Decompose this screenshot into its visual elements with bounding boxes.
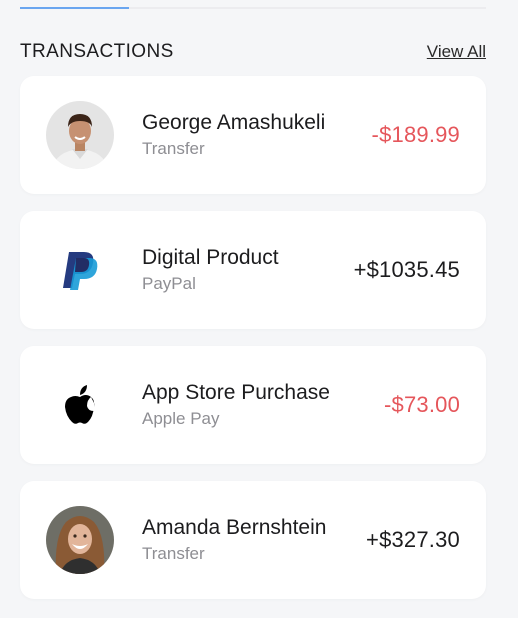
avatar [46,506,114,574]
transaction-subtitle: PayPal [142,274,196,293]
section-title: TRANSACTIONS [20,41,174,62]
transaction-text: George Amashukeli Transfer [142,110,325,160]
transaction-title: Digital Product [142,246,279,269]
transaction-title: George Amashukeli [142,111,326,134]
transaction-avatar [46,101,114,169]
transaction-card[interactable]: App Store Purchase Apple Pay -$73.00 [20,346,486,464]
transaction-text: Amanda Bernshtein Transfer [142,515,326,565]
transaction-amount: -$189.99 [371,122,460,147]
transaction-title: Amanda Bernshtein [142,516,327,539]
transaction-card[interactable]: Digital Product PayPal +$1035.45 [20,211,486,329]
paypal-icon [46,236,114,304]
apple-icon [46,371,114,439]
transaction-amount: -$73.00 [383,392,460,417]
transaction-subtitle: Transfer [142,544,205,563]
transaction-avatar [46,506,114,574]
transaction-text: App Store Purchase Apple Pay [142,380,330,430]
transaction-amount: +$1035.45 [353,257,460,282]
view-all-link[interactable]: View All [427,42,486,62]
transaction-text: Digital Product PayPal [142,245,279,295]
transactions-list: George Amashukeli Transfer -$189.99 Digi… [20,76,486,616]
transaction-amount: +$327.30 [366,527,460,552]
section-header: TRANSACTIONS View All [20,40,486,64]
tab-bar [20,7,486,9]
transaction-card[interactable]: Amanda Bernshtein Transfer +$327.30 [20,481,486,599]
transaction-subtitle: Apple Pay [142,409,220,428]
transaction-subtitle: Transfer [142,139,205,158]
avatar [46,101,114,169]
transaction-card[interactable]: George Amashukeli Transfer -$189.99 [20,76,486,194]
active-tab-indicator [20,7,129,9]
transaction-title: App Store Purchase [142,381,330,404]
